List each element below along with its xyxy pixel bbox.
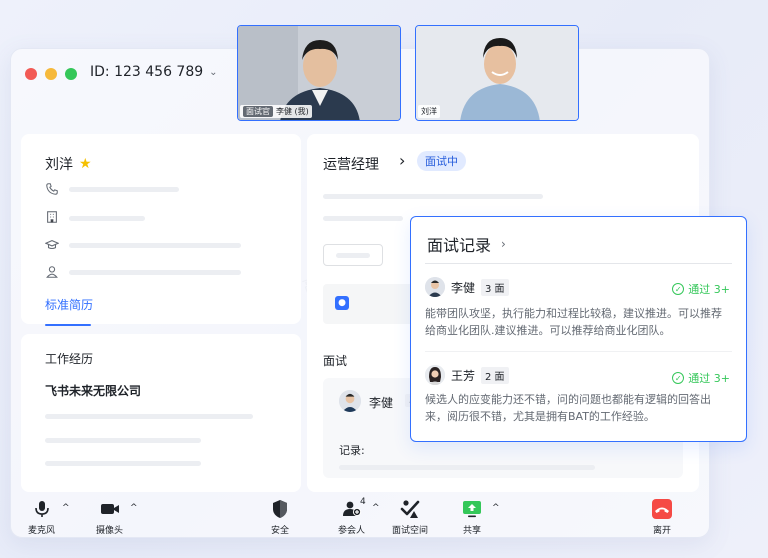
record-comment: 能带团队攻坚，执行能力和过程比较稳，建议推进。可以推荐给商业化团队.建议推进。可…: [425, 307, 722, 337]
interviewer-role-tag: 面试官: [243, 106, 273, 117]
camera-options-caret[interactable]: ^: [130, 503, 138, 513]
placeholder-button[interactable]: [323, 244, 383, 266]
result-text: 通过 3+: [688, 372, 730, 385]
records-title: 面试记录: [427, 236, 492, 255]
candidate-video: [416, 26, 578, 120]
interviewer-video-name: 李健 (我): [276, 107, 309, 116]
interview-section-title: 面试: [323, 354, 348, 368]
record-header: 李健 3 面: [425, 277, 509, 297]
interview-space-icon: [400, 500, 420, 518]
avatar: [339, 390, 361, 412]
check-circle-icon: ✓: [672, 372, 685, 384]
team-icon: ●: [335, 296, 349, 310]
building-icon: [47, 211, 57, 223]
security-label: 安全: [270, 526, 289, 536]
microphone-label: 麦克风: [28, 526, 56, 536]
camera-icon: [100, 504, 119, 514]
microphone-button[interactable]: 麦克风: [28, 499, 55, 536]
candidate-video-name: 刘洋: [421, 107, 437, 116]
candidate-name: 刘洋: [45, 157, 73, 173]
record-label: 记录:: [339, 444, 365, 457]
share-options-caret[interactable]: ^: [492, 503, 500, 513]
interview-space-button[interactable]: 面试空间: [392, 499, 428, 536]
security-button[interactable]: 安全: [270, 499, 290, 536]
chevron-right-icon[interactable]: ›: [399, 151, 405, 170]
result-badge: ✓ 通过 3+: [672, 370, 730, 386]
interviewer-name: 李健: [369, 396, 394, 410]
hang-up-icon: [652, 499, 672, 519]
share-screen-icon: [463, 501, 481, 518]
record-interviewer-name: 李健: [451, 280, 476, 295]
work-experience-card: 工作经历 飞书未来无限公司: [21, 334, 301, 492]
close-window-button[interactable]: [25, 68, 37, 80]
tab-indicator: [45, 324, 91, 326]
job-title: 运营经理: [323, 157, 379, 173]
record-header: 王芳 2 面: [425, 365, 509, 385]
participants-count: 4: [360, 497, 366, 507]
avatar: [425, 365, 445, 385]
interviewer-name-label: 面试官 李健 (我): [240, 105, 312, 118]
work-experience-title: 工作经历: [45, 352, 94, 366]
participants-icon: [342, 501, 361, 517]
camera-button[interactable]: 摄像头: [96, 499, 123, 536]
meeting-id-label: ID: 123 456 789: [90, 64, 204, 80]
records-title-link[interactable]: 面试记录 ›: [427, 232, 506, 256]
standard-resume-link[interactable]: 标准简历: [45, 296, 93, 313]
chevron-down-icon: ⌄: [209, 66, 218, 78]
avatar: [425, 277, 445, 297]
result-badge: ✓ 通过 3+: [672, 281, 730, 297]
record-interviewer-name: 王芳: [451, 368, 476, 383]
status-badge: 面试中: [417, 151, 466, 171]
record-comment: 候选人的应变能力还不错，问的问题也都能有逻辑的回答出来，阅历很不错，尤其是拥有B…: [425, 393, 711, 423]
shield-icon: [273, 500, 287, 518]
interview-records-popover: 面试记录 › 李健 3 面 ✓ 通过 3+ 能带团队攻坚，执行能力和过程比较稳，…: [410, 216, 747, 442]
share-button[interactable]: 共享: [462, 499, 482, 536]
meeting-id-dropdown[interactable]: ID: 123 456 789 ⌄: [90, 64, 218, 80]
leave-button[interactable]: 离开: [652, 499, 672, 536]
minimize-window-button[interactable]: [45, 68, 57, 80]
maximize-window-button[interactable]: [65, 68, 77, 80]
meeting-toolbar: 麦克风 ^ 摄像头 ^ 安全 参会人 4 ^ 面试空间 共享 ^ 离开: [10, 495, 710, 538]
interview-space-label: 面试空间: [392, 526, 429, 536]
interviewer-video-tile[interactable]: 面试官 李健 (我): [237, 25, 401, 121]
round-tag: 2 面: [481, 366, 509, 384]
candidate-name-label: 刘洋: [418, 105, 440, 118]
microphone-icon: [34, 501, 49, 517]
check-circle-icon: ✓: [672, 283, 685, 295]
leave-label: 离开: [652, 526, 671, 536]
user-icon: [46, 266, 58, 278]
share-label: 共享: [462, 526, 481, 536]
round-tag: 3 面: [481, 278, 509, 296]
candidate-video-tile[interactable]: 刘洋: [415, 25, 579, 121]
result-text: 通过 3+: [688, 283, 730, 296]
phone-icon: [46, 183, 58, 195]
star-icon[interactable]: ★: [79, 156, 92, 172]
info-strip: ●: [323, 284, 423, 324]
participants-options-caret[interactable]: ^: [372, 503, 380, 513]
window-controls: [25, 68, 77, 80]
chevron-right-icon: ›: [501, 237, 506, 251]
graduation-cap-icon: [45, 240, 59, 250]
camera-label: 摄像头: [96, 526, 124, 536]
company-name: 飞书未来无限公司: [45, 384, 142, 398]
candidate-card: 刘洋 ★ 标准简历: [21, 134, 301, 326]
participants-label: 参会人: [338, 526, 366, 536]
microphone-options-caret[interactable]: ^: [62, 503, 70, 513]
